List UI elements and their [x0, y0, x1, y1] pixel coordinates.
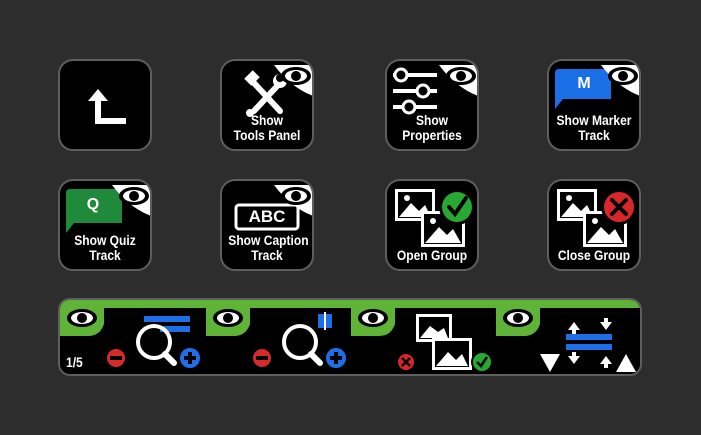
dial-segment-track-height[interactable]: [540, 308, 640, 374]
caption-badge: ABC: [248, 207, 286, 226]
quiz-badge: Q: [86, 196, 100, 213]
dial-segment-zoom-track-height[interactable]: [104, 308, 206, 374]
show-quiz-track-button[interactable]: Q Show Quiz Track: [58, 179, 152, 271]
show-quiz-track-label: Show Quiz Track: [74, 232, 136, 263]
dial-segment-zoom-timeline[interactable]: [250, 308, 351, 374]
show-marker-track-label: Show Marker Track: [556, 112, 632, 143]
open-group-button[interactable]: Open Group: [385, 179, 479, 271]
eye-icon: [60, 300, 104, 336]
show-tools-panel-label: Show Tools Panel: [233, 112, 301, 143]
page-indicator: 1/5: [66, 354, 83, 370]
show-tools-panel-button[interactable]: Show Tools Panel: [220, 59, 314, 151]
show-caption-track-button[interactable]: ABC Show Caption Track: [220, 179, 314, 271]
dial-strip: 1/5: [58, 298, 642, 376]
marker-badge: M: [577, 75, 591, 92]
eye-icon: [496, 300, 540, 336]
eye-icon: [206, 300, 250, 336]
open-group-label: Open Group: [396, 247, 468, 263]
show-caption-track-label: Show Caption Track: [228, 232, 309, 263]
close-group-button[interactable]: Close Group: [547, 179, 641, 271]
eye-icon: [351, 300, 395, 336]
show-properties-label: Show Properties: [402, 112, 462, 143]
dial-segment-open-close-groups[interactable]: [395, 308, 496, 374]
show-marker-track-button[interactable]: M Show Marker Track: [547, 59, 641, 151]
back-button[interactable]: [58, 59, 152, 151]
show-properties-button[interactable]: Show Properties: [385, 59, 479, 151]
back-arrow-icon: [88, 89, 126, 124]
close-group-label: Close Group: [557, 247, 631, 263]
